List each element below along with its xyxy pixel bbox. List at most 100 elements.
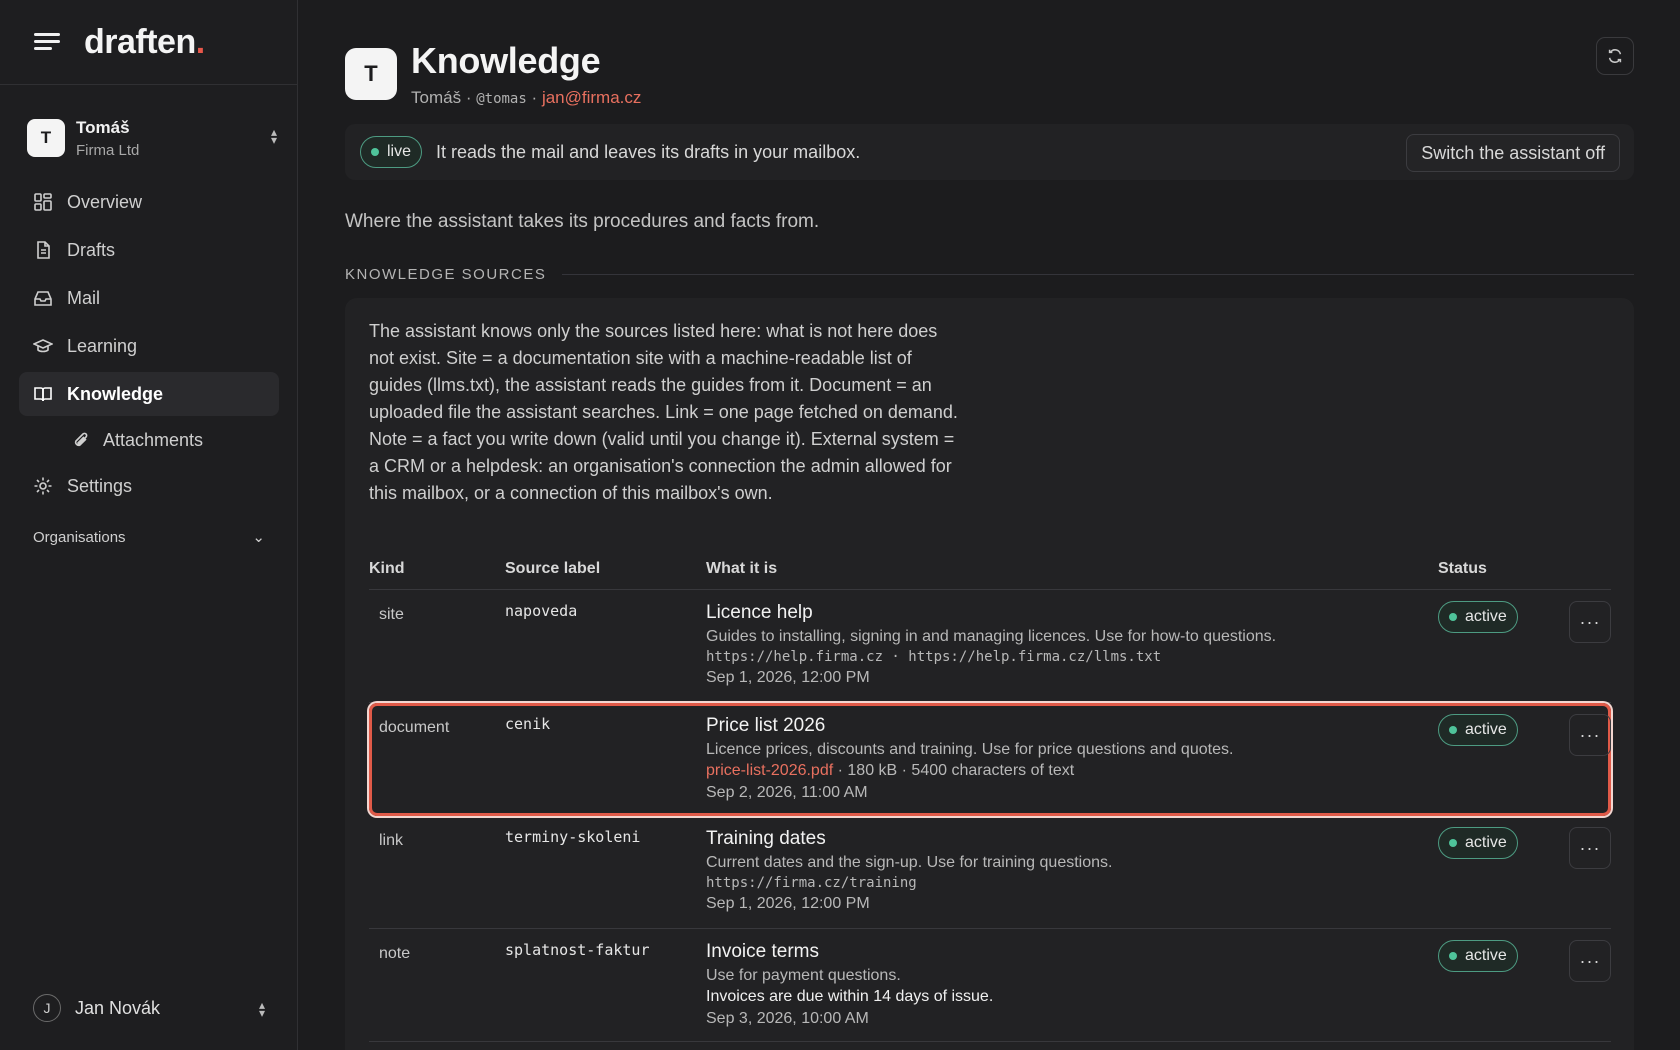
subtitle-separator: ·	[531, 88, 538, 107]
assistant-status-bar: live It reads the mail and leaves its dr…	[345, 124, 1634, 180]
graduation-cap-icon	[33, 336, 53, 356]
sidebar-item-drafts[interactable]: Drafts	[19, 228, 279, 272]
sidebar-item-label: Overview	[67, 191, 143, 212]
column-header-label: Source label	[505, 560, 601, 577]
cell-kind: document	[379, 719, 450, 736]
cell-kind: note	[379, 945, 411, 962]
user-menu[interactable]: J Jan Novák ▴ ▾	[33, 992, 265, 1024]
sources-table: Kind Source label What it is Status site…	[369, 556, 1611, 1042]
row-more-button[interactable]: ···	[1569, 827, 1611, 869]
refresh-icon	[1608, 49, 1622, 63]
cell-source-label: napoveda	[505, 602, 578, 620]
account-org: Firma Ltd	[76, 141, 140, 159]
file-link[interactable]: price-list-2026.pdf	[706, 762, 833, 779]
sidebar-item-label: Settings	[67, 475, 133, 496]
cell-status: active	[1438, 940, 1518, 972]
table-row[interactable]: note splatnost-faktur Invoice terms Use …	[369, 929, 1611, 1042]
page-title: Knowledge	[411, 40, 601, 81]
page-subtitle: Tomáš · @tomas · jan@firma.cz	[411, 88, 641, 108]
column-header-status: Status	[1438, 560, 1487, 577]
document-icon	[33, 240, 53, 260]
source-file-meta: price-list-2026.pdf · 180 kB · 5400 char…	[706, 762, 1526, 780]
status-dot-icon	[1449, 726, 1457, 734]
page-avatar: T	[345, 48, 397, 100]
cell-what-it-is: Training dates Current dates and the sig…	[706, 828, 1526, 913]
cell-source-label: splatnost-faktur	[505, 941, 650, 959]
source-description: Guides to installing, signing in and man…	[706, 628, 1277, 645]
table-row[interactable]: link terminy-skoleni Training dates Curr…	[369, 816, 1611, 929]
sidebar-item-overview[interactable]: Overview	[19, 180, 279, 224]
user-avatar: J	[33, 994, 61, 1022]
section-header: KNOWLEDGE SOURCES	[345, 266, 1634, 283]
sidebar-item-label: Mail	[67, 287, 101, 308]
grid-icon	[33, 192, 53, 212]
chevron-up-down-icon: ▴ ▾	[258, 998, 265, 1020]
table-header: Kind Source label What it is Status	[369, 556, 1611, 590]
subtitle-handle: @tomas	[476, 91, 527, 107]
subtitle-email-link[interactable]: jan@firma.cz	[542, 88, 641, 107]
brand-bar: draften.	[0, 0, 297, 85]
account-avatar: T	[27, 119, 65, 157]
sidebar-item-label: Drafts	[67, 239, 116, 260]
subtitle-name: Tomáš	[411, 88, 462, 107]
account-switcher[interactable]: T Tomáš Firma Ltd ▴ ▾	[27, 110, 277, 166]
cell-what-it-is: Invoice terms Use for payment questions.…	[706, 941, 1526, 1028]
sidebar-item-mail[interactable]: Mail	[19, 276, 279, 320]
sidebar-nav: Overview Drafts Mail Learning Knowledge …	[19, 180, 279, 512]
organisations-toggle[interactable]: Organisations ⌄	[33, 528, 265, 547]
subtitle-separator: ·	[465, 88, 472, 107]
live-badge: live	[360, 136, 423, 168]
status-badge: active	[1438, 940, 1518, 972]
status-dot-icon	[371, 148, 379, 156]
card-description: The assistant knows only the sources lis…	[369, 321, 958, 503]
cell-what-it-is: Price list 2026 Licence prices, discount…	[706, 715, 1526, 802]
sidebar-item-knowledge[interactable]: Knowledge	[19, 372, 279, 416]
sidebar-item-attachments[interactable]: Attachments	[19, 420, 279, 460]
cell-status: active	[1438, 601, 1518, 633]
knowledge-sources-card: The assistant knows only the sources lis…	[345, 298, 1634, 1050]
status-badge: active	[1438, 601, 1518, 633]
row-more-button[interactable]: ···	[1569, 940, 1611, 982]
sidebar-item-label: Knowledge	[67, 383, 164, 404]
column-header-kind: Kind	[369, 560, 405, 577]
live-status-text: It reads the mail and leaves its drafts …	[436, 141, 861, 162]
cell-status: active	[1438, 827, 1518, 859]
paperclip-icon	[71, 430, 91, 450]
cell-source-label: terminy-skoleni	[505, 828, 641, 846]
intro-text: Where the assistant takes its procedures…	[345, 211, 820, 232]
cell-what-it-is: Licence help Guides to installing, signi…	[706, 602, 1526, 687]
source-urls: https://firma.cz/training	[706, 875, 917, 891]
status-dot-icon	[1449, 839, 1457, 847]
sidebar-item-settings[interactable]: Settings	[19, 464, 279, 508]
section-title: KNOWLEDGE SOURCES	[345, 266, 547, 283]
account-name: Tomáš	[76, 117, 130, 137]
source-description: Licence prices, discounts and training. …	[706, 741, 1234, 758]
user-name: Jan Novák	[75, 997, 161, 1018]
source-title: Licence help	[706, 602, 813, 623]
source-description: Current dates and the sign-up. Use for t…	[706, 854, 1113, 871]
sidebar-item-learning[interactable]: Learning	[19, 324, 279, 368]
divider	[562, 274, 1634, 275]
source-title: Price list 2026	[706, 715, 826, 736]
row-more-button[interactable]: ···	[1569, 714, 1611, 756]
gear-icon	[33, 476, 53, 496]
source-urls: https://help.firma.cz · https://help.fir…	[706, 649, 1162, 665]
logo[interactable]: draften.	[84, 23, 205, 62]
refresh-button[interactable]	[1596, 37, 1634, 75]
hamburger-menu-icon[interactable]	[34, 31, 60, 53]
page-header: T Knowledge Tomáš · @tomas · jan@firma.c…	[345, 40, 641, 108]
table-row[interactable]: site napoveda Licence help Guides to ins…	[369, 590, 1611, 703]
status-badge: active	[1438, 714, 1518, 746]
book-icon	[33, 384, 53, 404]
table-row-selected[interactable]: document cenik Price list 2026 Licence p…	[369, 703, 1611, 816]
switch-assistant-off-button[interactable]: Switch the assistant off	[1406, 134, 1620, 172]
cell-kind: site	[379, 606, 404, 623]
source-description: Use for payment questions.	[706, 967, 901, 984]
status-dot-icon	[1449, 613, 1457, 621]
status-dot-icon	[1449, 952, 1457, 960]
cell-source-label: cenik	[505, 715, 551, 733]
row-more-button[interactable]: ···	[1569, 601, 1611, 643]
sidebar-item-label: Attachments	[103, 429, 204, 450]
cell-kind: link	[379, 832, 404, 849]
chevron-up-down-icon: ▴ ▾	[270, 125, 277, 147]
